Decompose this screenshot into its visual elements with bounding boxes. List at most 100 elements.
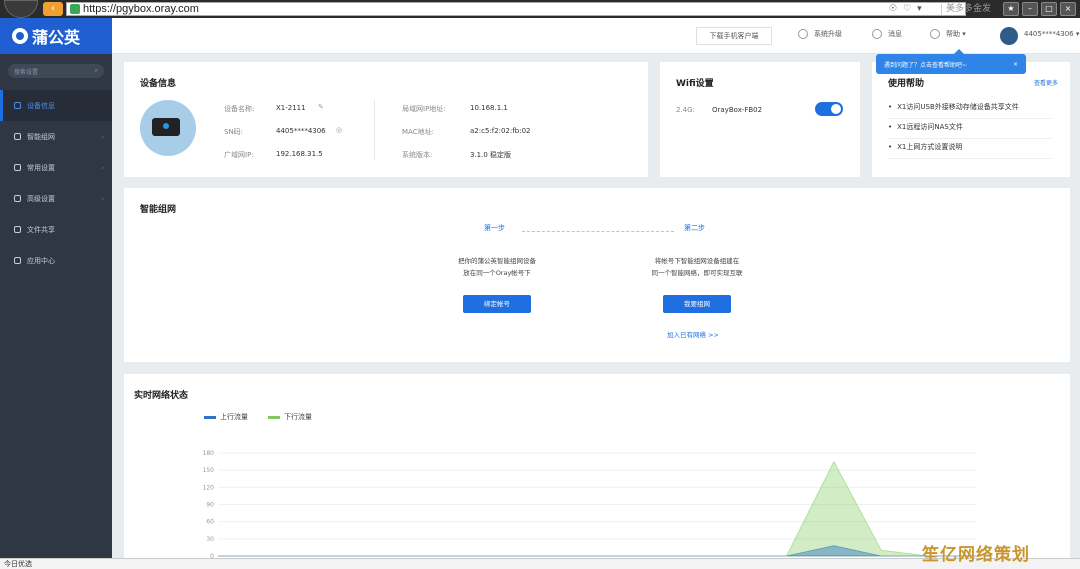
wifi-toggle[interactable]	[815, 102, 843, 116]
browser-logo-icon[interactable]	[4, 0, 38, 18]
smart-network-card: 智能组网 第一步 第二步 把你的蒲公英智能组网设备 放在同一个Oray帐号下 将…	[124, 188, 1070, 362]
wifi-card: Wifi设置 2.4G: OrayBox-FB02	[660, 62, 860, 177]
messages-label: 消息	[888, 30, 902, 38]
close-icon[interactable]: ×	[1013, 61, 1018, 68]
dandelion-logo-icon	[12, 28, 28, 44]
mac-label: MAC地址:	[402, 128, 434, 136]
advanced-icon	[14, 195, 21, 202]
wifi-title: Wifi设置	[676, 79, 714, 89]
wan-ip-label: 广域网IP:	[224, 151, 254, 159]
chevron-right-icon: ›	[101, 163, 104, 172]
help-tooltip: 遇到问题了？点击查看帮助吧~ ×	[876, 49, 1026, 74]
y-tick-label: 180	[203, 450, 215, 457]
traffic-chart: 1801501209060300	[203, 450, 976, 558]
view-more-link[interactable]: 查看更多	[1034, 78, 1058, 87]
sidebar-item-device-info[interactable]: 设备信息	[0, 90, 112, 121]
help-tooltip-text[interactable]: 遇到问题了？点击查看帮助吧~	[884, 60, 967, 69]
step-connector	[522, 231, 674, 232]
sidebar-item-label: 智能组网	[27, 132, 55, 141]
messages-link[interactable]: 消息	[872, 29, 902, 39]
sidebar-item-advanced-settings[interactable]: 高级设置 ›	[0, 183, 112, 214]
avatar[interactable]	[1000, 27, 1018, 45]
help-article-link[interactable]: X1上网方式设置说明	[888, 142, 1052, 159]
secure-icon	[70, 4, 80, 14]
help-title: 使用帮助	[888, 79, 925, 89]
step-one-description: 把你的蒲公英智能组网设备 放在同一个Oray帐号下	[427, 255, 567, 279]
wifi-ssid: OrayBox-FB02	[712, 106, 763, 114]
step-two-line: 将帐号下智能组网设备组建在	[654, 257, 740, 265]
sidebar-item-app-center[interactable]: 应用中心	[0, 245, 112, 276]
step-one-line: 把你的蒲公英智能组网设备	[458, 257, 536, 265]
sidebar-item-common-settings[interactable]: 常用设置 ›	[0, 152, 112, 183]
lan-ip-value: 10.168.1.1	[470, 104, 508, 112]
divider	[374, 100, 375, 160]
help-label: 帮助 ▾	[946, 30, 966, 38]
help-article-link[interactable]: X1访问USB外接移动存储设备共享文件	[888, 102, 1052, 119]
download-client-button[interactable]: 下载手机客户端	[696, 27, 772, 45]
sidebar-search-input[interactable]: 搜索设置	[14, 67, 95, 76]
eye-icon[interactable]: ◎	[336, 126, 342, 134]
y-tick-label: 90	[206, 502, 214, 509]
step-one-label: 第一步	[484, 224, 505, 232]
status-bar: 今日优选	[0, 558, 1080, 569]
y-tick-label: 30	[206, 536, 214, 543]
mac-value: a2:c5:f2:02:fb:02	[470, 127, 531, 135]
firmware-label: 系统版本:	[402, 151, 433, 159]
close-button[interactable]: ×	[1060, 2, 1076, 16]
folder-icon	[14, 226, 21, 233]
browser-toolbar: ‹ https://pgybox.oray.com ☉ ♡ ▾ 美多多金发 ★ …	[0, 0, 1080, 18]
lan-ip-label: 局域网IP地址:	[402, 105, 446, 113]
sidebar-search[interactable]: 搜索设置 ⌕	[8, 64, 104, 78]
step-two-description: 将帐号下智能组网设备组建在 同一个智能网络，即可实现互联	[627, 255, 767, 279]
firmware-value: 3.1.0 稳定版	[470, 151, 512, 159]
sidebar-item-file-sharing[interactable]: 文件共享	[0, 214, 112, 245]
apps-icon	[14, 257, 21, 264]
search-icon[interactable]: ⌕	[95, 67, 98, 75]
edit-icon[interactable]: ✎	[318, 103, 324, 111]
favorite-icon[interactable]: ♡	[903, 4, 911, 14]
traffic-card: 实时网络状态 上行流量 下行流量 180 150 120 90 60 30 0	[124, 374, 1070, 558]
device-info-title: 设备信息	[140, 79, 177, 89]
minimize-button[interactable]: –	[1022, 2, 1038, 16]
url-text[interactable]: https://pgybox.oray.com	[83, 3, 199, 15]
address-bar[interactable]: https://pgybox.oray.com ☉ ♡ ▾ 美多多金发	[66, 2, 991, 16]
device-name-value: X1-2111	[276, 104, 306, 112]
download-series-area	[218, 460, 976, 557]
system-upgrade-link[interactable]: 系统升级	[798, 29, 842, 39]
compat-icon[interactable]: ☉	[889, 4, 897, 14]
url-tools: ☉ ♡ ▾	[889, 3, 922, 15]
join-network-link[interactable]: 加入已有网络 >>	[667, 329, 719, 339]
question-icon	[930, 29, 940, 39]
account-menu[interactable]: 4405****4306 ▾	[1024, 30, 1079, 38]
sidebar-item-label: 设备信息	[27, 101, 55, 110]
brand-logo[interactable]: 蒲公英	[0, 18, 112, 54]
back-button[interactable]: ‹	[43, 2, 63, 16]
dropdown-icon[interactable]: ▾	[917, 4, 922, 14]
y-tick-label: 150	[203, 467, 215, 474]
y-tick-label: 60	[206, 519, 214, 526]
window-controls: ★ – □ ×	[1003, 2, 1076, 16]
network-icon	[14, 133, 21, 140]
sidebar: 蒲公英 搜索设置 ⌕ 设备信息 智能组网 › 常用设置 › 高级设置 › 文件共…	[0, 18, 112, 558]
sn-label: SN码:	[224, 128, 244, 136]
wifi-band-label: 2.4G:	[676, 106, 695, 114]
top-header: 下载手机客户端 系统升级 消息 帮助 ▾ 4405****4306 ▾	[112, 18, 1080, 54]
brand-name: 蒲公英	[32, 28, 81, 47]
wan-ip-value: 192.168.31.5	[276, 150, 323, 158]
step-two-label: 第二步	[684, 224, 705, 232]
watermark: 笙亿网络策划	[922, 545, 1030, 565]
sidebar-item-smart-network[interactable]: 智能组网 ›	[0, 121, 112, 152]
create-network-button[interactable]: 我要组网	[663, 295, 731, 313]
star-icon[interactable]: ★	[1003, 2, 1019, 16]
help-article-link[interactable]: X1远程访问NAS文件	[888, 122, 1052, 139]
step-one-line: 放在同一个Oray帐号下	[463, 269, 531, 277]
sidebar-item-label: 文件共享	[27, 225, 55, 234]
maximize-button[interactable]: □	[1041, 2, 1057, 16]
help-menu[interactable]: 帮助 ▾	[930, 29, 966, 39]
chevron-right-icon: ›	[101, 132, 104, 141]
upgrade-icon	[798, 29, 808, 39]
chevron-right-icon: ›	[101, 194, 104, 203]
bind-account-button[interactable]: 绑定帐号	[463, 295, 531, 313]
sidebar-item-label: 常用设置	[27, 163, 55, 172]
sn-value: 4405****4306	[276, 127, 326, 135]
